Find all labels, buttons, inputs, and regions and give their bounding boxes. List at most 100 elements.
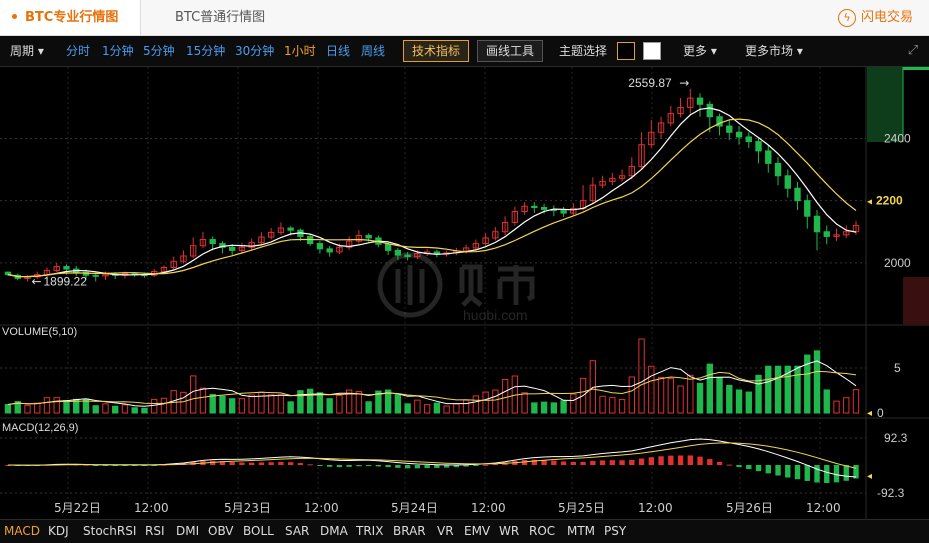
theme-dark-swatch[interactable] <box>617 42 635 60</box>
macd-histogram-bar <box>307 464 313 466</box>
candle-body <box>540 207 548 210</box>
fullscreen-icon[interactable]: ⤢ <box>902 40 924 62</box>
period-dropdown[interactable]: 周期 ▾ <box>10 36 44 66</box>
volume-bar <box>501 378 509 414</box>
macd-histogram-bar <box>638 458 645 465</box>
time-label: 12:00 <box>304 501 339 515</box>
volume-bar <box>355 390 363 414</box>
volume-bar <box>131 407 138 414</box>
volume-bar <box>472 395 480 414</box>
period-30min[interactable]: 30分钟 <box>235 36 274 66</box>
indicator-bar: MACD KDJ StochRSI RSI DMI OBV BOLL SAR D… <box>0 519 929 543</box>
volume-bar <box>53 397 60 414</box>
more-dropdown[interactable]: 更多 ▾ <box>683 36 717 66</box>
volume-bar <box>141 407 148 414</box>
macd-tick-bottom: -92.3 <box>877 486 905 500</box>
volume-bar <box>414 399 421 414</box>
period-daily[interactable]: 日线 <box>326 36 350 66</box>
volume-bar <box>696 382 704 414</box>
indicator-kdj[interactable]: KDJ <box>48 520 69 543</box>
low-arrow-icon: ← <box>31 274 41 288</box>
more-markets-dropdown[interactable]: 更多市场 ▾ <box>745 36 803 66</box>
volume-bar <box>394 394 402 414</box>
volume-bar <box>297 390 304 414</box>
volume-bar <box>287 401 294 414</box>
volume-bar <box>4 403 12 414</box>
time-label: 5月22日 <box>54 501 101 515</box>
indicator-obv[interactable]: OBV <box>208 520 234 543</box>
huobi-watermark: huobi.com <box>377 252 535 323</box>
volume-bar <box>209 394 216 414</box>
macd-histogram-bar <box>258 462 265 465</box>
indicators-button[interactable]: 技术指标 <box>403 40 470 62</box>
macd-histogram-bar <box>746 465 752 470</box>
tab-btc-pro-chart[interactable]: BTC专业行情图 <box>0 0 141 35</box>
period-1hour[interactable]: 1小时 <box>284 36 316 66</box>
volume-bar <box>238 398 246 414</box>
macd-histogram-bar <box>804 465 810 481</box>
volume-bar <box>735 389 743 414</box>
indicator-vr[interactable]: VR <box>437 520 454 543</box>
macd-histogram-bar <box>609 460 616 465</box>
volume-bar <box>628 376 635 414</box>
volume-bar <box>121 404 129 414</box>
macd-histogram-bar <box>278 461 284 465</box>
indicator-boll[interactable]: BOLL <box>243 520 274 543</box>
current-price-label: 2200 <box>876 194 903 208</box>
indicator-mtm[interactable]: MTM <box>567 520 595 543</box>
huobi-domain: huobi.com <box>463 307 528 323</box>
price-chart[interactable]: huobi.com 2559.87 → ← 1899.22 2400 2000 … <box>0 67 929 519</box>
tab-btc-normal-chart[interactable]: BTC普通行情图 <box>175 0 265 35</box>
macd-histogram-bar <box>287 462 294 465</box>
time-label: 12:00 <box>471 501 506 515</box>
macd-tick-top: 92.3 <box>884 431 908 445</box>
period-15min[interactable]: 15分钟 <box>186 36 225 66</box>
indicator-dma[interactable]: DMA <box>320 520 348 543</box>
volume-bar <box>833 400 840 414</box>
macd-histogram-bar <box>365 465 372 467</box>
indicator-rsi[interactable]: RSI <box>145 520 165 543</box>
period-1min[interactable]: 1分钟 <box>102 36 134 66</box>
indicator-brar[interactable]: BRAR <box>393 520 426 543</box>
macd-histogram-bar <box>794 465 801 480</box>
macd-histogram-bar <box>268 462 274 465</box>
volume-bar <box>453 403 460 414</box>
volume-bar <box>219 395 226 414</box>
indicator-dmi[interactable]: DMI <box>176 520 199 543</box>
volume-bar <box>248 394 255 414</box>
volume-bar <box>531 402 538 414</box>
macd-histogram-bar <box>785 465 791 478</box>
period-weekly[interactable]: 周线 <box>361 36 385 66</box>
macd-histogram-bar <box>424 465 430 469</box>
indicator-stochrsi[interactable]: StochRSI <box>83 520 136 543</box>
indicator-macd[interactable]: MACD <box>4 520 40 543</box>
indicator-wr[interactable]: WR <box>499 520 519 543</box>
macd-histogram-bar <box>629 459 635 465</box>
volume-bar <box>34 402 41 414</box>
draw-tools-button[interactable]: 画线工具 <box>477 40 544 62</box>
volume-bar <box>570 393 577 414</box>
candle-body <box>755 141 762 152</box>
period-timeline[interactable]: 分时 <box>66 36 90 66</box>
horizontal-gridlines <box>0 137 866 494</box>
indicator-trix[interactable]: TRIX <box>356 520 383 543</box>
indicator-emv[interactable]: EMV <box>464 520 490 543</box>
indicator-sar[interactable]: SAR <box>285 520 309 543</box>
candle-body <box>531 205 538 209</box>
time-label: 12:00 <box>806 501 841 515</box>
indicator-roc[interactable]: ROC <box>529 520 555 543</box>
volume-bar <box>687 374 694 414</box>
macd-histogram-bar <box>317 465 323 466</box>
period-5min[interactable]: 5分钟 <box>143 36 175 66</box>
flash-trade-button[interactable]: ϟ 闪电交易 <box>837 0 913 35</box>
volume-bar <box>852 389 860 414</box>
candle-body <box>384 243 392 251</box>
macd-histogram-bar <box>736 465 742 468</box>
low-price-label: 1899.22 <box>43 274 87 288</box>
indicator-psy[interactable]: PSY <box>604 520 626 543</box>
theme-light-swatch[interactable] <box>643 42 661 60</box>
candle-body <box>229 246 236 251</box>
volume-bar <box>404 403 411 414</box>
volume-bar <box>190 375 197 414</box>
macd-histogram-bar <box>482 464 489 466</box>
